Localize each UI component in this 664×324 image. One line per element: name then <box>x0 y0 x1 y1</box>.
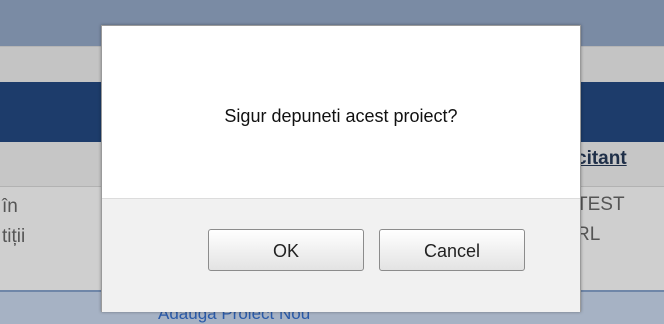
cancel-button[interactable]: Cancel <box>379 229 525 271</box>
confirm-dialog: Sigur depuneti acest proiect? OK Cancel <box>101 25 581 312</box>
bg-left-line: în <box>2 196 18 217</box>
bg-left-line: tiții <box>2 226 26 247</box>
dialog-message: Sigur depuneti acest proiect? <box>224 106 458 126</box>
bg-right-line: TEST <box>576 194 625 215</box>
bg-right-cell: TEST RL <box>576 194 625 254</box>
dialog-footer: OK Cancel <box>102 198 580 312</box>
ok-button[interactable]: OK <box>208 229 364 271</box>
bg-column-header[interactable]: citant <box>576 148 627 170</box>
bg-right-line: RL <box>576 224 601 245</box>
bg-left-cell: în tiții <box>2 196 25 256</box>
dialog-body: Sigur depuneti acest proiect? <box>102 26 580 198</box>
